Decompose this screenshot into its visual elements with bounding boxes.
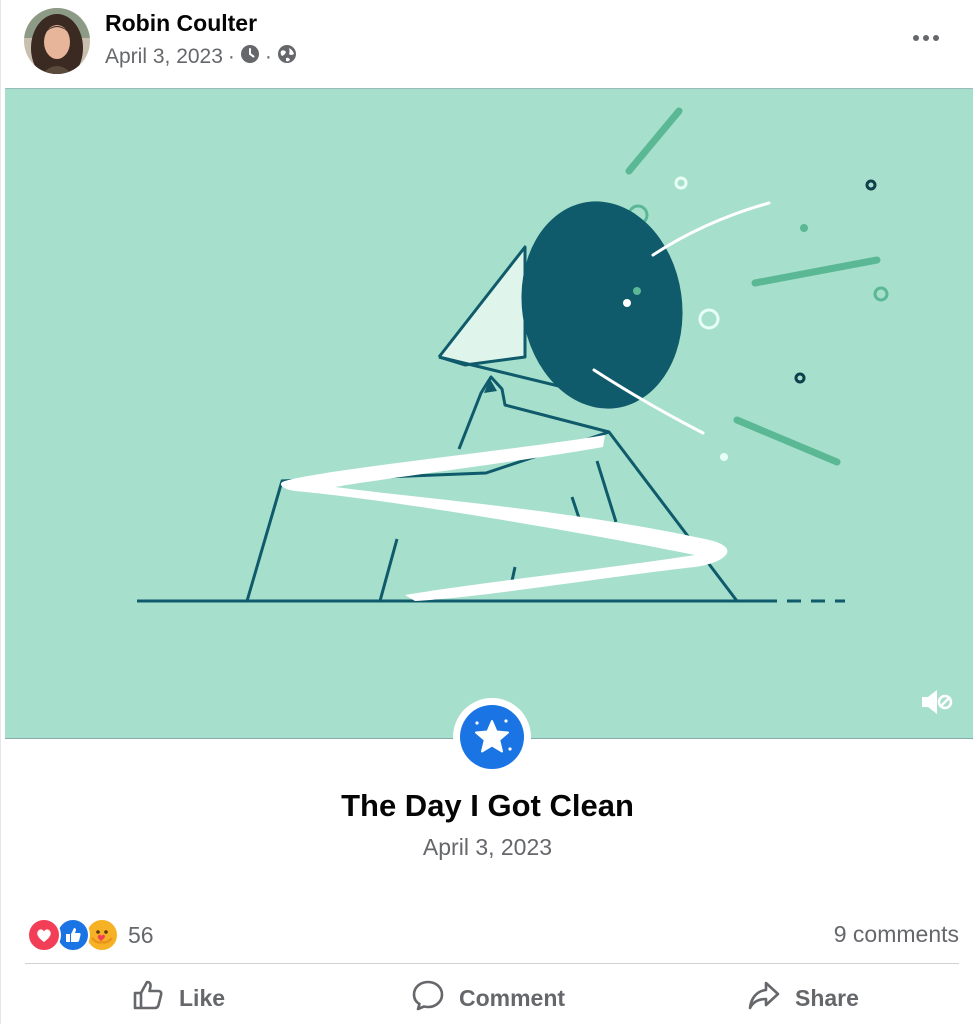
like-reaction-icon <box>56 918 90 952</box>
post-card: Robin Coulter April 3, 2023 · · The Day … <box>0 0 973 1024</box>
share-arrow-icon <box>747 978 781 1018</box>
share-label: Share <box>795 984 859 1011</box>
like-label: Like <box>179 984 226 1011</box>
star-icon <box>460 705 524 769</box>
share-button[interactable]: Share <box>747 978 859 1018</box>
meta-separator: · <box>227 45 235 68</box>
comment-label: Comment <box>459 984 566 1011</box>
thumbs-up-icon <box>131 978 165 1018</box>
milestone-badge <box>453 698 531 776</box>
comment-button[interactable]: Comment <box>411 978 565 1018</box>
care-reaction-icon <box>85 918 119 952</box>
post-meta: April 3, 2023 · · <box>105 44 297 70</box>
meta-separator: · <box>264 45 272 68</box>
milestone-title: The Day I Got Clean <box>341 788 634 823</box>
reactions-summary[interactable]: 56 <box>27 918 154 952</box>
clock-icon <box>240 44 260 70</box>
globe-icon[interactable] <box>277 44 297 70</box>
milestone-video[interactable] <box>5 88 973 739</box>
comment-icon <box>411 978 445 1018</box>
avatar[interactable] <box>24 8 90 74</box>
divider <box>25 963 959 964</box>
speaker-muted-icon[interactable] <box>920 687 954 717</box>
milestone-date: April 3, 2023 <box>422 834 553 860</box>
reaction-count[interactable]: 56 <box>128 922 154 949</box>
more-options-icon[interactable] <box>909 26 943 50</box>
love-reaction-icon <box>27 918 61 952</box>
author-name[interactable]: Robin Coulter <box>105 10 257 37</box>
milestone-illustration <box>5 89 973 738</box>
comments-count[interactable]: 9 comments <box>834 921 959 948</box>
post-date[interactable]: April 3, 2023 <box>105 45 223 69</box>
like-button[interactable]: Like <box>131 978 225 1018</box>
